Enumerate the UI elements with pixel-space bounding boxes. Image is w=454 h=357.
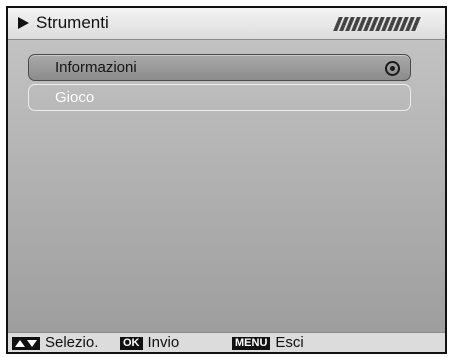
menu-item-label: Gioco — [55, 89, 95, 106]
title-bar: Strumenti — [8, 8, 445, 40]
hint-menu: MENU Esci — [232, 335, 304, 351]
menu-screen: Strumenti Informazioni Gioco Selezio. OK… — [6, 6, 447, 354]
hint-ok: OK Invio — [120, 335, 179, 351]
ok-key-icon: OK — [120, 336, 143, 350]
signal-stripes-icon — [333, 17, 440, 31]
up-down-arrows-icon — [12, 336, 40, 350]
radio-selected-icon — [385, 61, 400, 76]
screen-title: Strumenti — [36, 13, 109, 32]
menu-item-informazioni[interactable]: Informazioni — [28, 54, 411, 81]
menu-list: Informazioni Gioco — [8, 40, 445, 332]
hint-menu-label: Esci — [275, 334, 304, 351]
hint-select: Selezio. — [12, 335, 98, 351]
hint-select-label: Selezio. — [45, 334, 99, 351]
button-hint-bar: Selezio. OK Invio MENU Esci — [8, 332, 445, 352]
play-arrow-icon — [18, 17, 29, 29]
hint-ok-label: Invio — [147, 334, 180, 351]
menu-item-gioco[interactable]: Gioco — [28, 84, 411, 111]
menu-key-icon: MENU — [232, 336, 271, 350]
menu-item-label: Informazioni — [55, 59, 137, 76]
